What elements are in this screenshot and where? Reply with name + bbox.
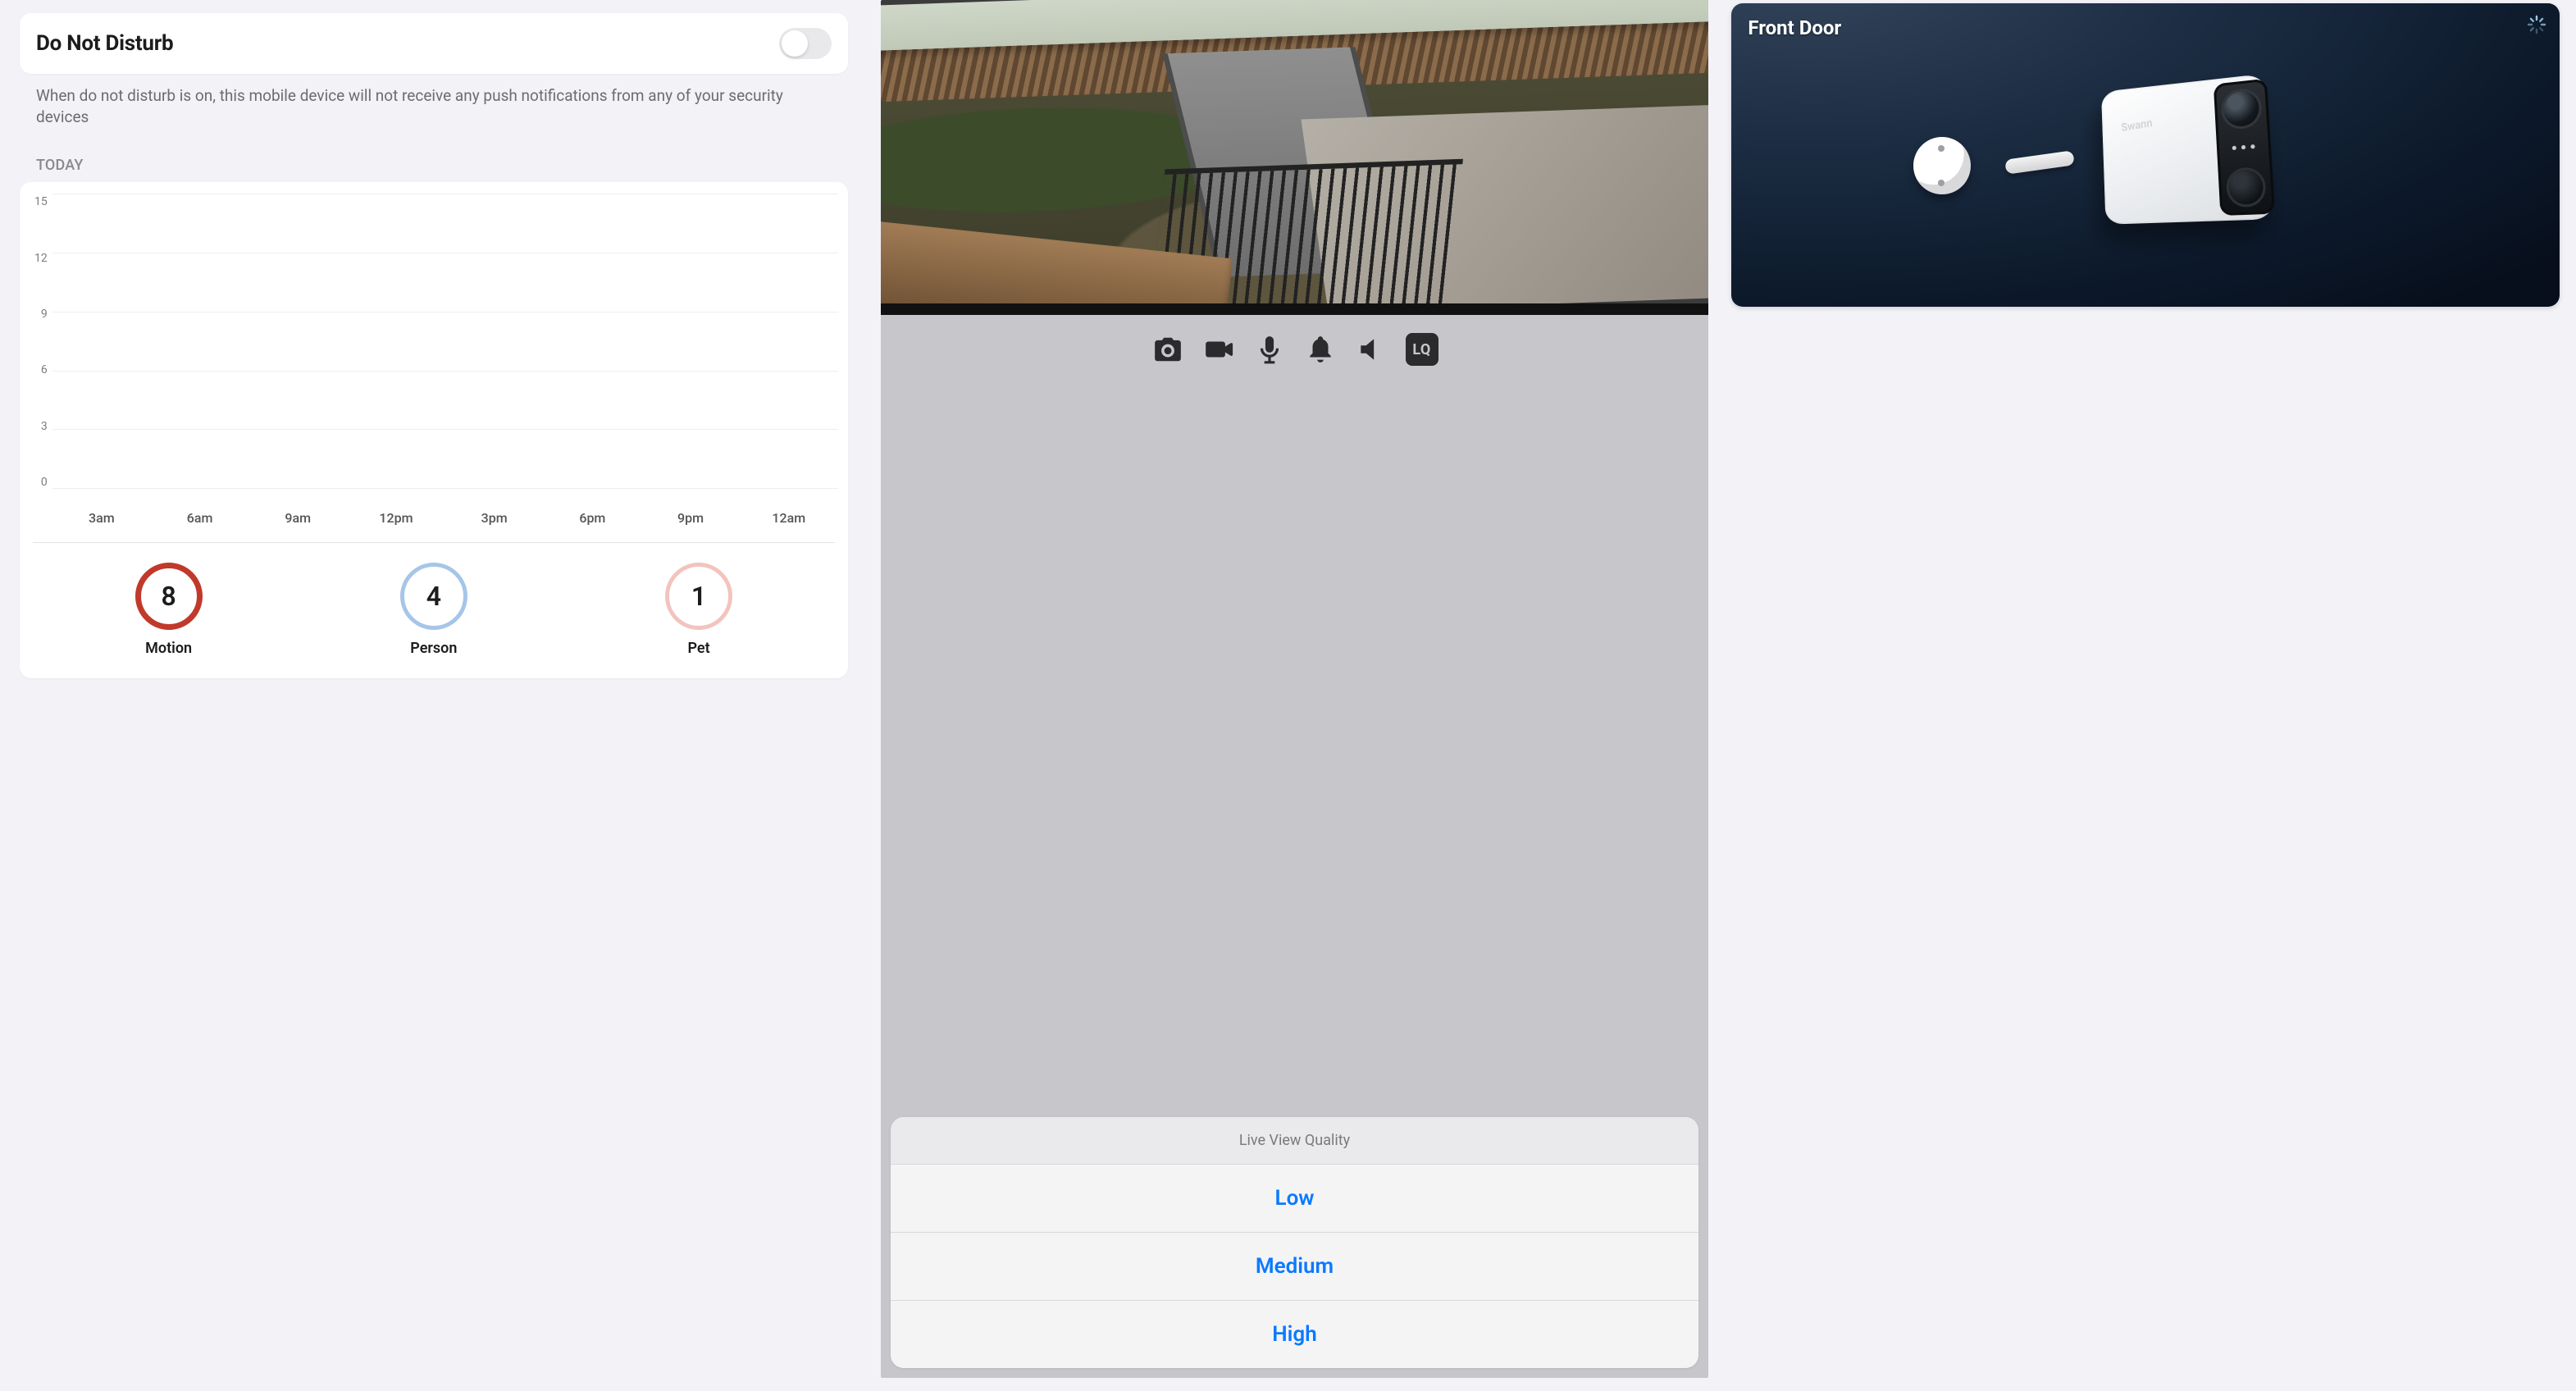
- quality-badge[interactable]: LQ: [1406, 333, 1438, 366]
- camera-illustration: Swann: [1731, 3, 2560, 307]
- dnd-title: Do Not Disturb: [36, 31, 173, 56]
- chart-y-axis: 15129630: [30, 194, 52, 505]
- summary-count: 4: [400, 563, 467, 630]
- summary-label: Motion: [145, 640, 192, 657]
- speaker-icon[interactable]: [1355, 333, 1388, 366]
- quality-option-low[interactable]: Low: [891, 1164, 1699, 1232]
- summary-pet[interactable]: 1 Pet: [665, 563, 732, 657]
- device-card-front-door[interactable]: Front Door: [1731, 3, 2560, 307]
- activity-summary: 8 Motion 4 Person 1 Pet: [30, 563, 838, 662]
- summary-person[interactable]: 4 Person: [400, 563, 467, 657]
- live-view-controls: LQ: [881, 315, 1709, 390]
- chart-x-axis: 3am6am9am12pm3pm6pm9pm12am: [30, 505, 838, 526]
- activity-chart-card: 15129630 3am6am9am12pm3pm6pm9pm12am 8 Mot…: [20, 182, 848, 678]
- device-pane: Front Door: [1728, 3, 2576, 1378]
- chart-bars: [52, 194, 838, 489]
- microphone-icon[interactable]: [1253, 333, 1286, 366]
- record-icon[interactable]: [1202, 333, 1235, 366]
- live-view-pane: LQ Live View Quality LowMediumHigh: [881, 0, 1709, 1378]
- quality-option-high[interactable]: High: [891, 1300, 1699, 1368]
- quality-action-sheet: Live View Quality LowMediumHigh: [891, 1117, 1699, 1368]
- sheet-title: Live View Quality: [891, 1117, 1699, 1164]
- camera-live-feed[interactable]: [881, 0, 1709, 303]
- summary-motion[interactable]: 8 Motion: [135, 563, 203, 657]
- summary-count: 1: [665, 563, 732, 630]
- dnd-card: Do Not Disturb: [20, 13, 848, 74]
- bell-icon[interactable]: [1304, 333, 1337, 366]
- summary-label: Person: [410, 640, 457, 657]
- notifications-pane: Do Not Disturb When do not disturb is on…: [0, 13, 861, 1378]
- snapshot-icon[interactable]: [1151, 333, 1184, 366]
- summary-label: Pet: [687, 640, 709, 657]
- quality-option-medium[interactable]: Medium: [891, 1232, 1699, 1300]
- activity-chart: 15129630: [30, 194, 838, 505]
- camera-brand: Swann: [2120, 117, 2153, 135]
- today-label: TODAY: [20, 127, 848, 182]
- dnd-toggle[interactable]: [779, 28, 832, 59]
- summary-count: 8: [135, 563, 203, 630]
- dnd-description: When do not disturb is on, this mobile d…: [20, 74, 798, 127]
